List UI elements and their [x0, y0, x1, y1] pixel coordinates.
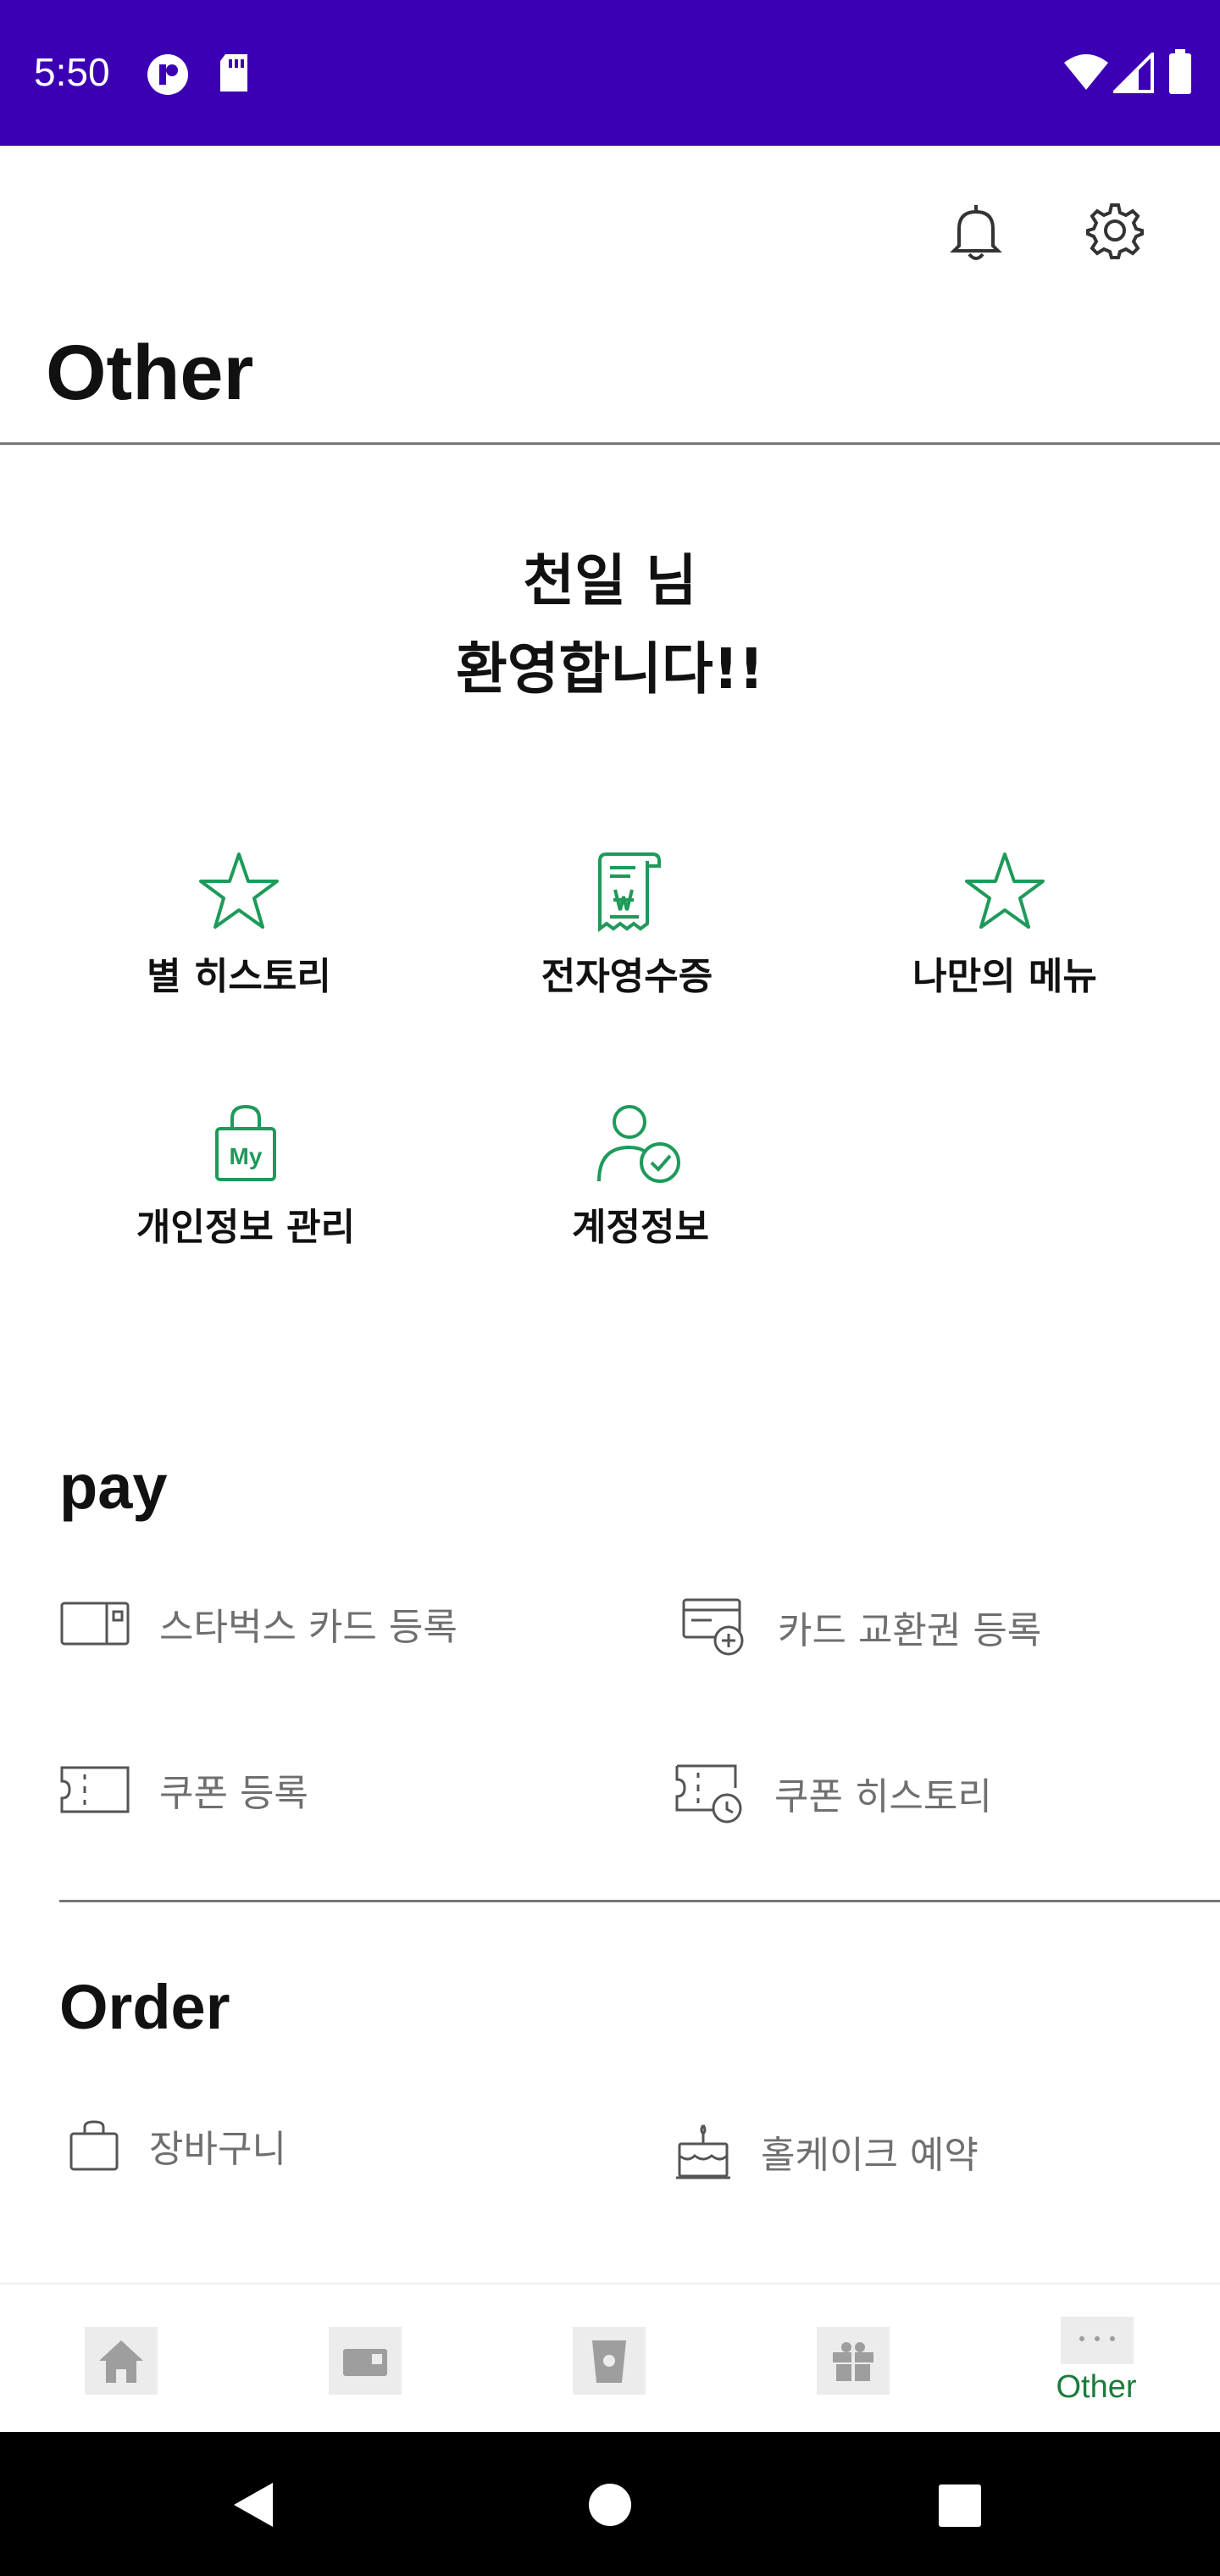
cake-icon: [676, 2124, 730, 2179]
header-divider: [0, 442, 1220, 445]
pay-item-label: 스타벅스 카드 등록: [159, 1606, 458, 1649]
home-icon: [99, 2340, 143, 2383]
nav-gift[interactable]: [817, 2327, 890, 2395]
pay-item-label: 카드 교환권 등록: [778, 1609, 1042, 1652]
pay-section-title: pay: [59, 1452, 168, 1522]
more-dots-icon: [1079, 2336, 1115, 2341]
section-divider: [59, 1900, 1220, 1902]
coupon-icon: [60, 1766, 130, 1813]
wifi-icon: [1064, 54, 1108, 90]
shopping-cart[interactable]: 장바구니: [68, 2118, 286, 2173]
shopping-bag-icon: [69, 2120, 119, 2171]
star-icon: [965, 852, 1045, 929]
status-bar: 5:50: [0, 0, 1220, 146]
menu-label: 계정정보: [572, 1206, 709, 1249]
nav-other-label[interactable]: Other: [1037, 2369, 1156, 2406]
system-navigation-bar: [0, 2432, 1220, 2576]
star-icon: [199, 852, 279, 929]
menu-label: 전자영수증: [541, 955, 713, 998]
receipt-icon: [598, 852, 661, 932]
menu-account-info[interactable]: 계정정보: [471, 1100, 810, 1251]
menu-privacy[interactable]: My 개인정보 관리: [76, 1100, 415, 1251]
status-time: 5:50: [34, 50, 110, 94]
greeting-name: 천일 님: [523, 548, 697, 613]
signal-icon: [1113, 53, 1154, 93]
menu-label: 나만의 메뉴: [912, 955, 1097, 998]
pay-item-label: 쿠폰 등록: [159, 1772, 308, 1815]
back-icon[interactable]: [230, 2481, 276, 2529]
home-circle-icon[interactable]: [588, 2483, 632, 2527]
nav-other[interactable]: [1061, 2317, 1134, 2364]
menu-label: 별 히스토리: [147, 955, 331, 998]
order-section-title: Order: [59, 1972, 230, 2042]
lock-my-icon: My: [215, 1104, 276, 1181]
coupon-history[interactable]: 쿠폰 히스토리: [674, 1763, 992, 1824]
register-coupon[interactable]: 쿠폰 등록: [59, 1763, 308, 1817]
greeting-welcome: 환영합니다!!: [456, 636, 764, 702]
register-card-voucher[interactable]: 카드 교환권 등록: [681, 1596, 1041, 1657]
menu-star-history[interactable]: 별 히스토리: [69, 849, 408, 1000]
gear-icon[interactable]: [1081, 197, 1149, 264]
cup-icon: [592, 2340, 626, 2383]
gift-icon: [833, 2342, 873, 2381]
whole-cake-reservation[interactable]: 홀케이크 예약: [674, 2122, 979, 2181]
order-item-label: 홀케이크 예약: [761, 2134, 979, 2177]
nav-home[interactable]: [85, 2327, 158, 2395]
sd-card-icon: [220, 54, 247, 92]
recents-icon[interactable]: [939, 2484, 981, 2527]
battery-icon: [1169, 49, 1191, 94]
bottom-navigation: Other: [0, 2283, 1220, 2434]
register-starbucks-card[interactable]: 스타벅스 카드 등록: [59, 1596, 458, 1651]
menu-my-menu[interactable]: 나만의 메뉴: [835, 849, 1174, 1000]
menu-e-receipt[interactable]: 전자영수증: [458, 849, 796, 1000]
account-check-icon: [597, 1105, 680, 1183]
nav-pay[interactable]: [329, 2327, 402, 2395]
bell-icon[interactable]: [942, 197, 1010, 264]
page-title: Other: [46, 330, 254, 416]
menu-label: 개인정보 관리: [136, 1206, 356, 1249]
nav-order[interactable]: [573, 2327, 646, 2395]
wallet-card-icon: [343, 2349, 387, 2376]
pay-item-label: 쿠폰 히스토리: [774, 1775, 992, 1818]
lock-my-text: My: [230, 1143, 263, 1169]
card-add-icon: [682, 1598, 744, 1656]
order-item-label: 장바구니: [149, 2128, 286, 2171]
status-app-icon: [147, 54, 188, 95]
coupon-history-icon: [675, 1764, 742, 1824]
card-icon: [60, 1602, 130, 1646]
